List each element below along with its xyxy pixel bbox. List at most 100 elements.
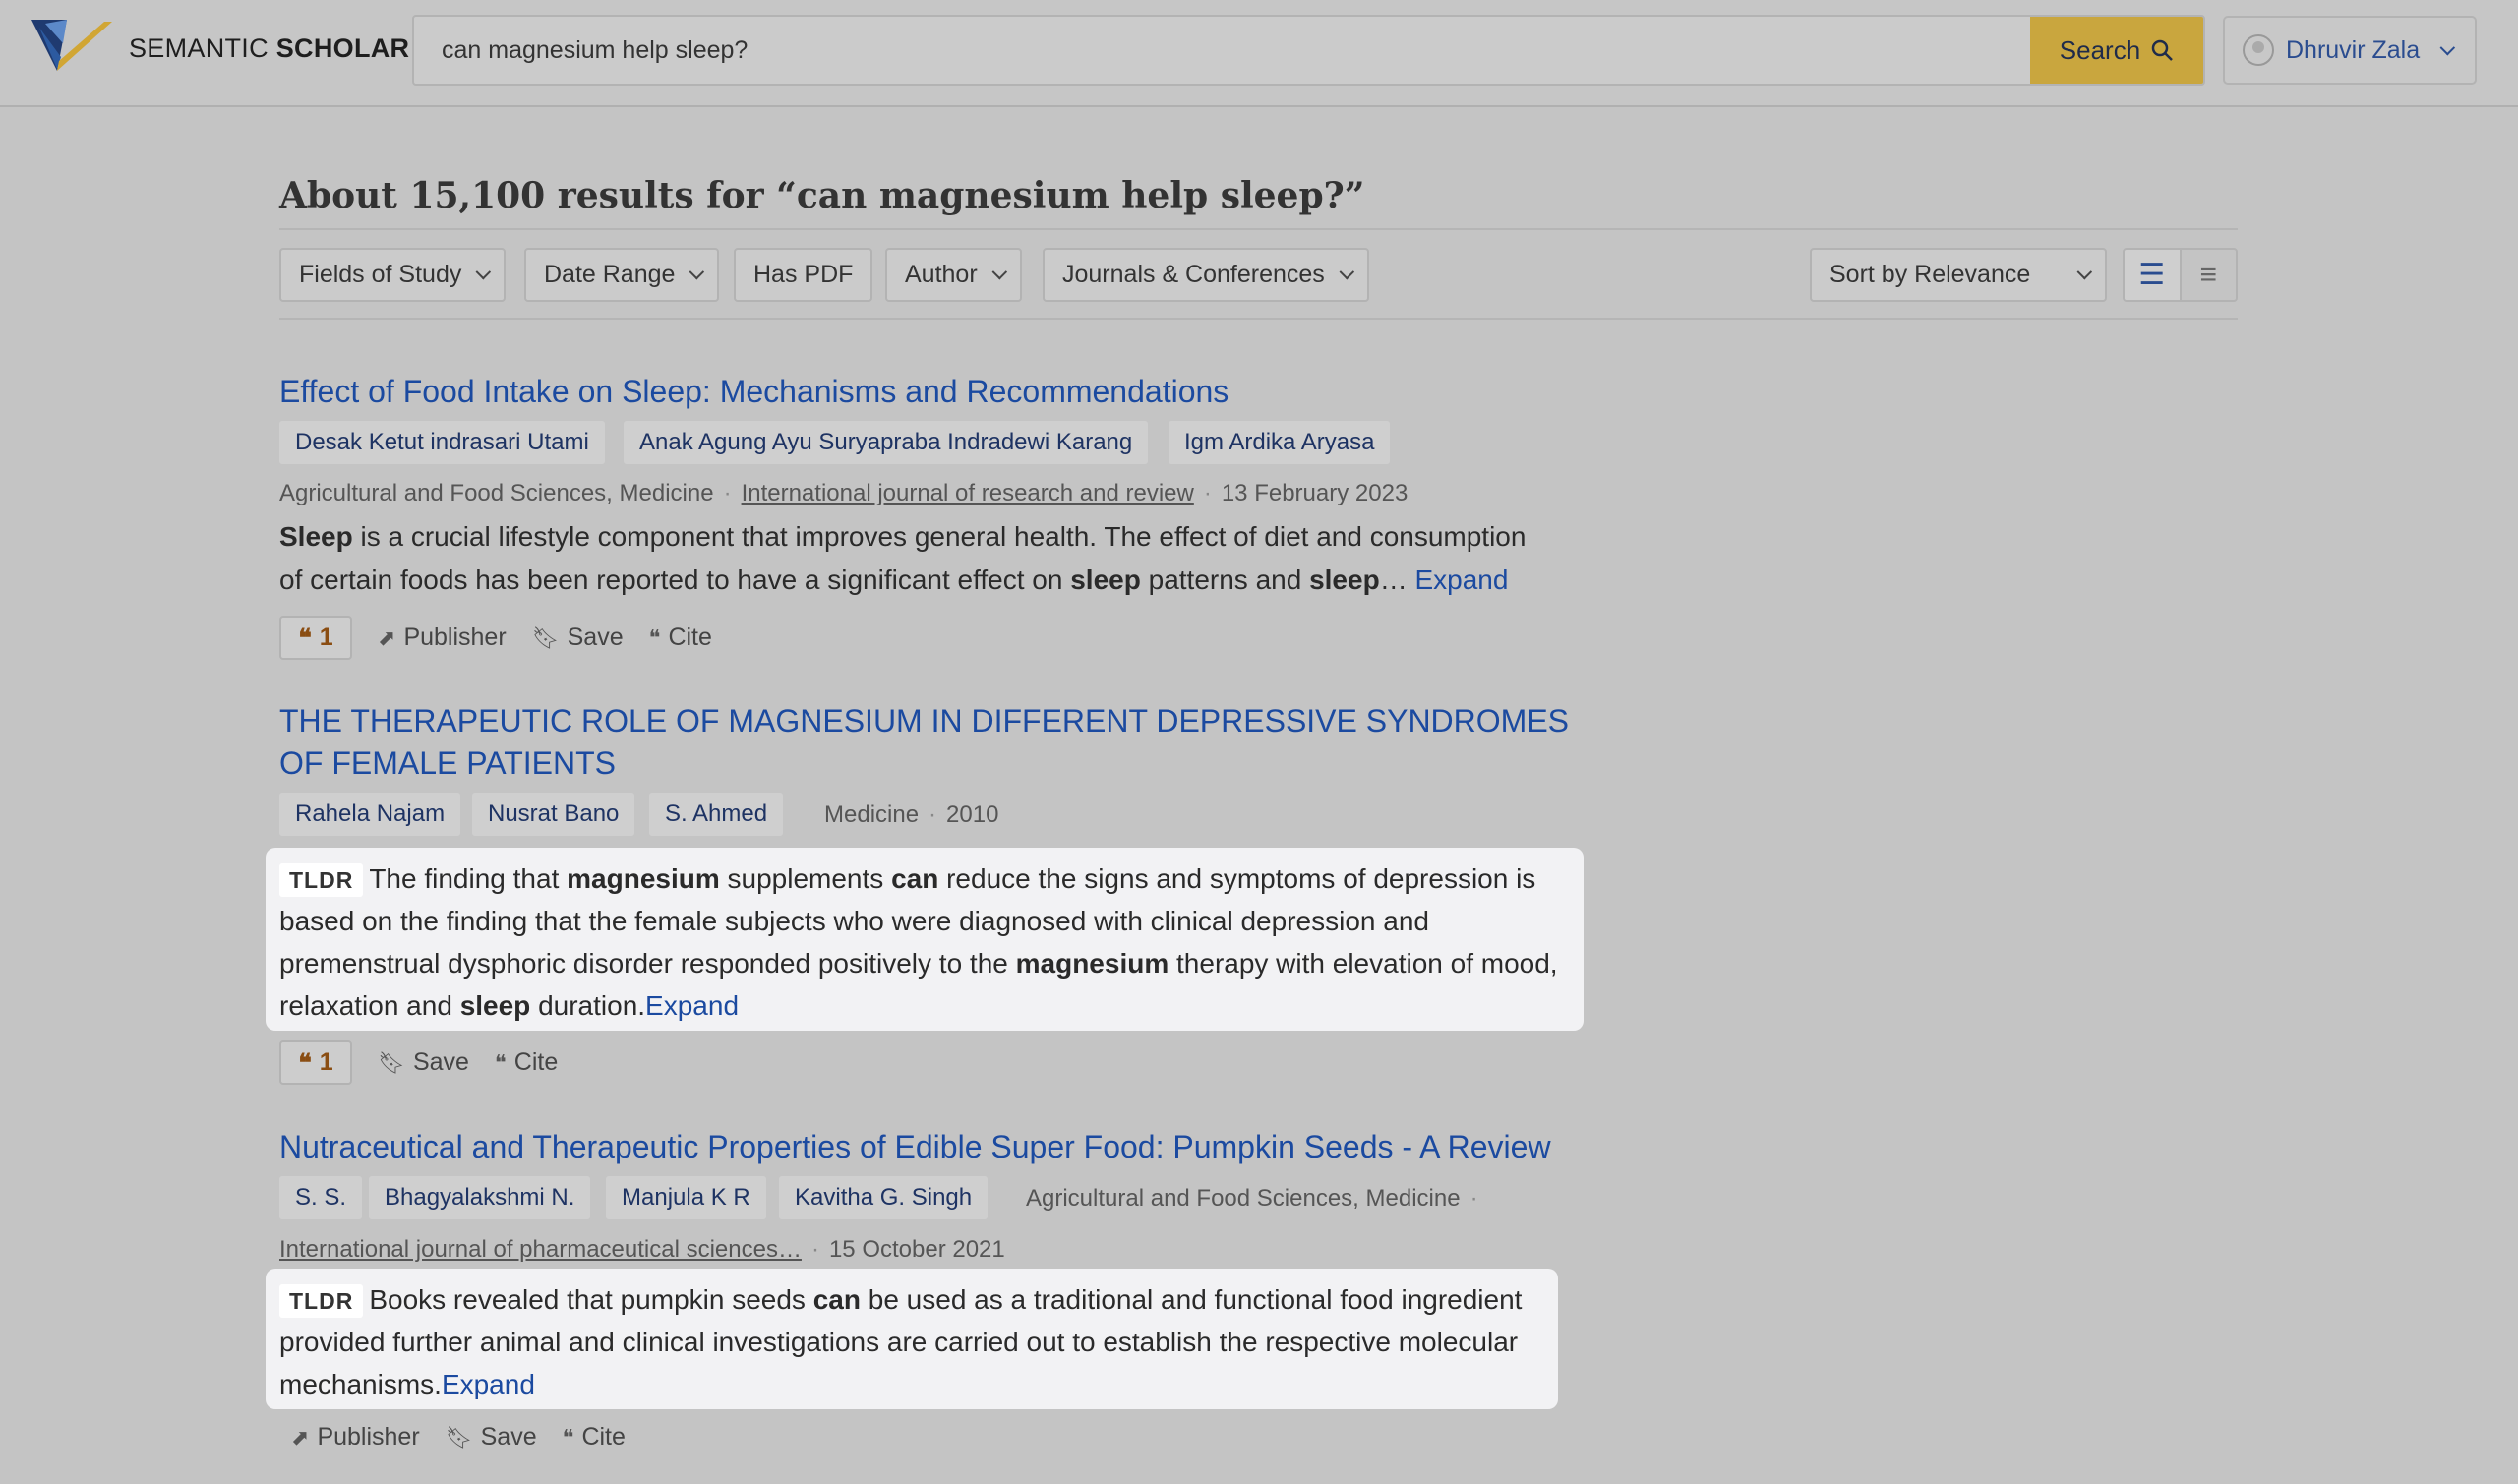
quote-icon: ❝ <box>562 1424 574 1450</box>
citation-count-button[interactable]: ❝ 1 <box>279 1040 352 1085</box>
author-chip[interactable]: Nusrat Bano <box>472 793 635 836</box>
publication-date: 13 February 2023 <box>1221 480 1409 506</box>
avatar <box>2243 34 2274 66</box>
tldr-summary: TLDR The finding that magnesium supplemen… <box>266 848 1584 1031</box>
result-actions: ⬈ Publisher 🔖︎ Save ❝ Cite <box>291 1423 626 1452</box>
cite-button[interactable]: ❝ Cite <box>495 1048 558 1077</box>
publisher-button[interactable]: ⬈ Publisher <box>378 623 507 652</box>
filter-label: Fields of Study <box>299 261 462 288</box>
cite-label: Cite <box>513 1048 559 1076</box>
result-actions: ❝ 1 🔖︎ Save ❝ Cite <box>279 1040 558 1085</box>
bookmark-icon: 🔖︎ <box>445 1424 473 1450</box>
chevron-down-icon <box>991 264 1007 280</box>
external-link-icon: ⬈ <box>378 624 396 650</box>
save-button[interactable]: 🔖︎ Save <box>532 623 624 652</box>
author-chip[interactable]: Rahela Najam <box>279 793 461 836</box>
filter-has-pdf[interactable]: Has PDF <box>734 248 873 302</box>
result-actions: ❝ 1 ⬈ Publisher 🔖︎ Save ❝ Cite <box>279 616 712 660</box>
quote-icon: ❝ <box>648 624 661 650</box>
filter-label: Journals & Conferences <box>1062 261 1325 288</box>
author-chip[interactable]: Desak Ketut indrasari Utami <box>279 421 605 464</box>
search-bar: Search <box>412 15 2205 86</box>
publication-date: 2010 <box>946 801 999 828</box>
divider <box>279 318 2238 320</box>
bookmark-icon: 🔖︎ <box>531 624 560 650</box>
publication-date: 15 October 2021 <box>828 1236 1005 1263</box>
author-chip[interactable]: Kavitha G. Singh <box>779 1176 989 1219</box>
publisher-label: Publisher <box>317 1423 420 1451</box>
filter-label: Has PDF <box>753 261 854 288</box>
filter-label: Author <box>905 261 978 288</box>
author-chip[interactable]: Anak Agung Ayu Suryapraba Indradewi Kara… <box>624 421 1149 464</box>
logo-wordmark: SEMANTIC SCHOLAR <box>129 33 410 63</box>
user-name: Dhruvir Zala <box>2286 35 2421 64</box>
filter-fields-of-study[interactable]: Fields of Study <box>279 248 507 302</box>
divider <box>279 228 2238 230</box>
result-meta-line2: International journal of pharmaceutical … <box>279 1236 1005 1263</box>
tldr-summary: TLDR Books revealed that pumpkin seeds ca… <box>266 1269 1558 1409</box>
save-button[interactable]: 🔖︎ Save <box>446 1423 537 1452</box>
expand-link[interactable]: Expand <box>442 1369 535 1399</box>
search-icon <box>2151 39 2174 61</box>
venue-link[interactable]: International journal of research and re… <box>742 480 1194 506</box>
sort-label: Sort by Relevance <box>1829 261 2031 288</box>
result-title[interactable]: Nutraceutical and Therapeutic Properties… <box>279 1126 1551 1168</box>
citation-count: 1 <box>319 1048 333 1076</box>
expand-link[interactable]: Expand <box>1414 564 1508 595</box>
results-heading: About 15,100 results for “can magnesium … <box>279 175 1365 216</box>
bookmark-icon: 🔖︎ <box>378 1049 405 1075</box>
cite-label: Cite <box>581 1423 626 1451</box>
citation-count: 1 <box>319 623 333 651</box>
author-chip[interactable]: S. S. <box>279 1176 363 1219</box>
user-menu-button[interactable]: Dhruvir Zala <box>2223 16 2477 85</box>
save-label: Save <box>480 1423 537 1451</box>
publisher-label: Publisher <box>403 623 507 651</box>
result-title[interactable]: Effect of Food Intake on Sleep: Mechanis… <box>279 371 1229 413</box>
sort-dropdown[interactable]: Sort by Relevance <box>1810 248 2107 302</box>
cite-label: Cite <box>668 623 712 651</box>
citation-count-button[interactable]: ❝ 1 <box>279 616 352 660</box>
publisher-button[interactable]: ⬈ Publisher <box>291 1423 420 1452</box>
compact-view-icon[interactable]: ≡ <box>2182 250 2237 300</box>
chevron-down-icon <box>1339 264 1354 280</box>
fields-of-study: Medicine <box>824 801 920 828</box>
quote-icon: ❝ <box>298 623 312 652</box>
author-chip[interactable]: Manjula K R <box>606 1176 766 1219</box>
tldr-badge: TLDR <box>279 863 364 897</box>
fields-of-study: Agricultural and Food Sciences, Medicine <box>279 480 714 506</box>
quote-icon: ❝ <box>298 1048 312 1077</box>
author-chip[interactable]: Bhagyalakshmi N. <box>369 1176 591 1219</box>
top-header: SEMANTIC SCHOLAR Search Dhruvir Zala <box>0 0 2518 107</box>
result-meta: Medicine · 2010 <box>824 801 999 828</box>
filter-journals-conferences[interactable]: Journals & Conferences <box>1043 248 1369 302</box>
save-label: Save <box>412 1048 469 1076</box>
result-abstract: Sleep is a crucial lifestyle component t… <box>279 521 1527 595</box>
cite-button[interactable]: ❝ Cite <box>563 1423 626 1452</box>
chevron-down-icon <box>689 264 705 280</box>
result-meta: Agricultural and Food Sciences, Medicine… <box>279 480 1409 506</box>
fields-of-study: Agricultural and Food Sciences, Medicine <box>1026 1185 1461 1212</box>
save-button[interactable]: 🔖︎ Save <box>378 1048 469 1077</box>
search-button-label: Search <box>2059 34 2141 65</box>
result-meta: Agricultural and Food Sciences, Medicine… <box>1026 1185 1478 1212</box>
filter-date-range[interactable]: Date Range <box>524 248 720 302</box>
result-title[interactable]: THE THERAPEUTIC ROLE OF MAGNESIUM IN DIF… <box>279 700 1597 785</box>
expand-link[interactable]: Expand <box>645 990 739 1021</box>
chevron-down-icon <box>475 264 492 280</box>
venue-link[interactable]: International journal of pharmaceutical … <box>279 1236 802 1263</box>
external-link-icon: ⬈ <box>291 1424 310 1450</box>
chevron-down-icon <box>2439 39 2456 55</box>
filter-author[interactable]: Author <box>885 248 1022 302</box>
filter-label: Date Range <box>544 261 676 288</box>
search-button[interactable]: Search <box>2030 17 2203 84</box>
author-chip[interactable]: S. Ahmed <box>649 793 784 836</box>
semantic-scholar-logo[interactable] <box>28 14 116 83</box>
tldr-badge: TLDR <box>279 1284 364 1318</box>
cite-button[interactable]: ❝ Cite <box>649 623 712 652</box>
list-view-icon[interactable]: ☰ <box>2125 250 2182 300</box>
chevron-down-icon <box>2076 264 2093 280</box>
search-input[interactable] <box>414 17 2032 84</box>
author-chip[interactable]: Igm Ardika Aryasa <box>1169 421 1391 464</box>
save-label: Save <box>567 623 624 651</box>
view-toggle: ☰ ≡ <box>2123 248 2238 302</box>
